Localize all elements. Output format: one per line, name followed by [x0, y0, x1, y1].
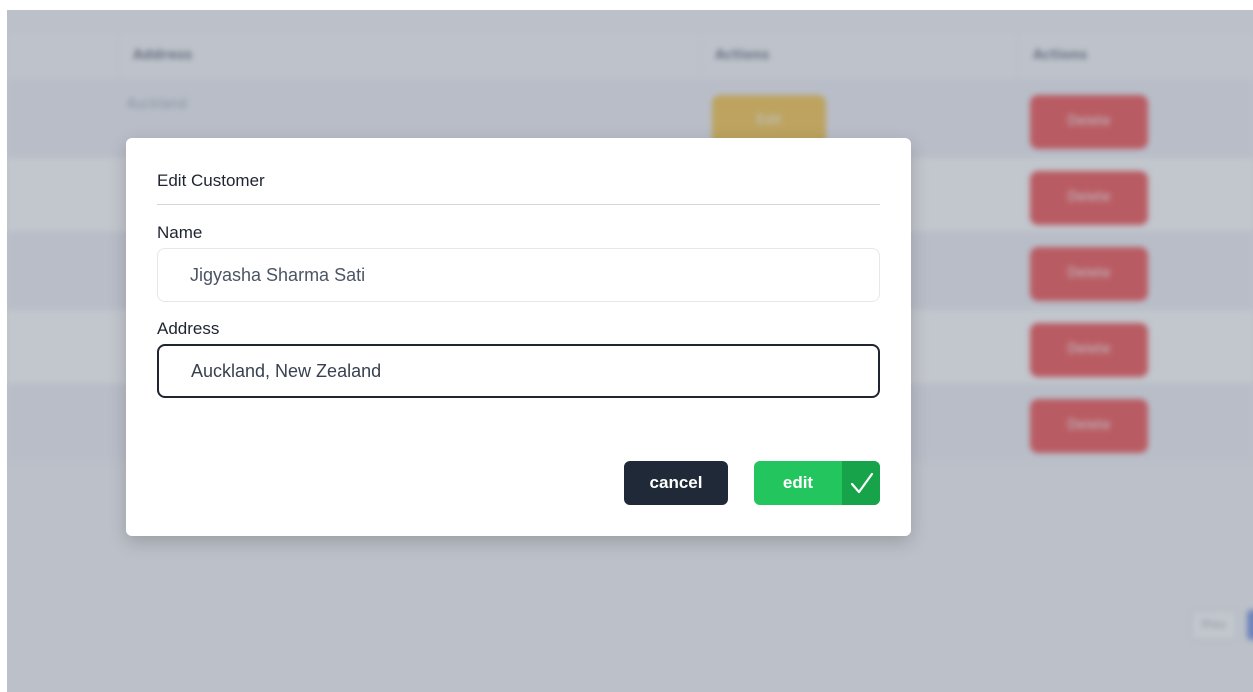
name-input[interactable]: [157, 248, 880, 302]
modal-divider: [157, 204, 880, 205]
checkmark-icon: [842, 461, 880, 505]
edit-customer-modal: Edit Customer Name Address cancel edit: [126, 138, 911, 536]
address-label: Address: [157, 319, 220, 338]
edit-button[interactable]: edit: [754, 461, 880, 505]
name-label: Name: [157, 223, 203, 242]
address-input[interactable]: [157, 344, 880, 398]
modal-title: Edit Customer: [157, 171, 265, 190]
edit-button-label: edit: [782, 473, 814, 492]
cancel-button[interactable]: cancel: [624, 461, 728, 505]
